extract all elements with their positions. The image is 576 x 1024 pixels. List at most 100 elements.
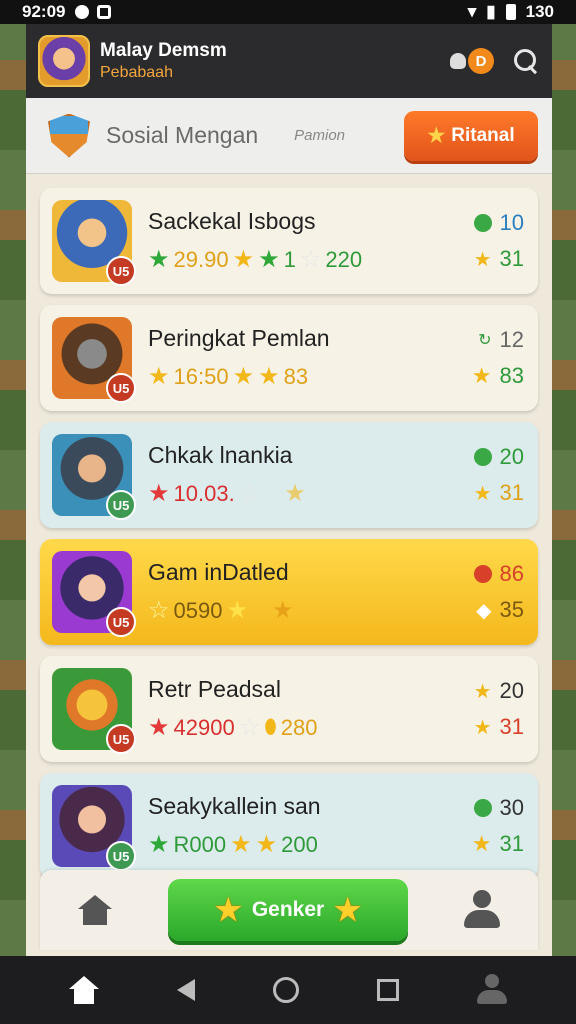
recents-icon[interactable] — [377, 979, 399, 1001]
home-icon[interactable] — [78, 895, 112, 925]
section-hint: Pamion — [294, 127, 346, 144]
profile-icon[interactable] — [464, 890, 500, 930]
stat-value: 280 — [280, 714, 318, 740]
coin-icon: ⬮ — [264, 716, 277, 738]
record-icon — [473, 565, 492, 583]
yellow-star-icon: ★ — [232, 246, 255, 273]
ranking-button[interactable]: ★ Ritanal — [404, 110, 538, 161]
card-title: Peringkat Pemlan — [148, 325, 330, 351]
yellow-star-icon: ☆ — [148, 597, 170, 624]
account-icon[interactable] — [477, 974, 507, 1006]
battery-level: 130 — [525, 2, 554, 21]
list-item[interactable]: U5 Chkak lnankia ★ 10.03. ☆ ★ 20 ★ 31 — [40, 422, 538, 528]
app-title-block: Malay Demsm Pebabaah — [100, 40, 227, 82]
card-title: Gam inDatled — [148, 559, 289, 585]
list-item[interactable]: U5 Gam inDatled ☆ 0590 ★ ★ 86 ◆ 35 — [40, 539, 538, 645]
score-top: 12 — [499, 327, 524, 352]
notification-button[interactable]: D — [450, 48, 494, 74]
outline-star-icon: ☆ — [299, 246, 322, 273]
start-button-label: Genker — [251, 898, 325, 921]
refresh-icon: ↻ — [478, 332, 492, 349]
check-icon — [473, 799, 492, 817]
yellow-star-icon: ★ — [232, 363, 255, 390]
game-list: U5 Sackekal Isbogs ★ 29.90 ★ ★ 1 ☆ 220 1… — [26, 174, 552, 879]
card-title: Chkak lnankia — [148, 442, 293, 468]
app-screen: Malay Demsm Pebabaah D Sosial Mengan Pam… — [26, 24, 552, 956]
background-left — [0, 0, 26, 1024]
star-icon: ★ — [334, 893, 362, 927]
card-score: 20 ★ 31 — [460, 444, 524, 506]
yellow-star-icon: ★ — [258, 363, 280, 390]
star-icon: ★ — [473, 248, 492, 271]
app-subtitle: Pebabaah — [100, 64, 173, 81]
level-badge: U5 — [106, 841, 136, 871]
diamond-icon: ◆ — [476, 599, 492, 622]
score-bottom: 31 — [499, 246, 524, 271]
list-item[interactable]: U5 Peringkat Pemlan ★ 16:50 ★ ★ 83 ↻ 12 ★… — [40, 305, 538, 411]
start-button[interactable]: ★ Genker ★ — [168, 879, 408, 941]
battery-icon — [505, 4, 516, 20]
yellow-star-icon: ★ — [271, 597, 294, 624]
home-circle-icon[interactable] — [273, 977, 299, 1003]
list-item[interactable]: U5 Sackekal Isbogs ★ 29.90 ★ ★ 1 ☆ 220 1… — [40, 188, 538, 294]
score-top: 20 — [499, 678, 524, 703]
app-avatar[interactable] — [38, 35, 90, 87]
stat-value: 29.90 — [173, 246, 229, 272]
card-stats: ★ 42900 ☆ ⬮ 280 — [148, 713, 460, 742]
star-icon: ★ — [471, 831, 492, 856]
app-title: Malay Demsm — [100, 40, 227, 61]
game-thumbnail: U5 — [52, 668, 136, 754]
star-icon: ★ — [473, 482, 492, 505]
home-icon[interactable] — [69, 976, 99, 1004]
card-title: Retr Peadsal — [148, 676, 281, 702]
star-icon: ★ — [473, 716, 492, 739]
card-title: Sackekal Isbogs — [148, 208, 316, 234]
green-star-icon: ★ — [148, 831, 170, 858]
status-time: 92:09 — [22, 2, 66, 21]
stat-value: 200 — [281, 831, 318, 857]
level-badge: U5 — [106, 490, 136, 520]
score-top: 86 — [499, 561, 524, 586]
back-icon[interactable] — [177, 979, 195, 1001]
yellow-star-icon: ★ — [230, 831, 252, 858]
game-thumbnail: U5 — [52, 434, 136, 520]
list-item[interactable]: U5 Seakykallein san ★ R000 ★ ★ 200 30 ★ 3… — [40, 773, 538, 879]
score-top: 10 — [499, 210, 524, 235]
stat-value: 16:50 — [173, 363, 229, 389]
status-bar: 92:09 ▾ ▮ 130 — [0, 0, 576, 24]
card-score: 10 ★ 31 — [460, 210, 524, 272]
score-bottom: 83 — [499, 363, 524, 388]
list-item[interactable]: U5 Retr Peadsal ★ 42900 ☆ ⬮ 280 ★ 20 ★ 31 — [40, 656, 538, 762]
green-star-icon: ★ — [258, 246, 280, 273]
camera-icon — [97, 5, 112, 19]
yellow-star-icon: ★ — [226, 597, 248, 624]
card-stats: ★ 10.03. ☆ ★ — [148, 479, 460, 508]
star-icon: ★ — [471, 363, 492, 388]
card-stats: ★ 29.90 ★ ★ 1 ☆ 220 — [148, 245, 460, 274]
wifi-icon: ▾ — [467, 2, 477, 21]
user-icon — [450, 53, 466, 69]
red-star-icon: ★ — [148, 480, 170, 507]
game-thumbnail: U5 — [52, 785, 136, 871]
level-badge: U5 — [106, 724, 136, 754]
card-score: ★ 20 ★ 31 — [460, 678, 524, 740]
star-icon: ★ — [427, 125, 446, 147]
game-thumbnail: U5 — [52, 551, 136, 637]
stat-value: 83 — [283, 363, 309, 389]
system-nav-bar — [0, 956, 576, 1024]
game-thumbnail: U5 — [52, 200, 136, 286]
background-right — [550, 0, 576, 1024]
yellow-star-icon: ★ — [255, 831, 278, 858]
card-stats: ★ 16:50 ★ ★ 83 — [148, 362, 460, 391]
check-icon — [473, 448, 492, 466]
level-badge: U5 — [106, 373, 136, 403]
card-stats: ★ R000 ★ ★ 200 — [148, 830, 460, 859]
score-bottom: 31 — [499, 714, 524, 739]
notification-badge: D — [468, 48, 494, 74]
stat-value: 0590 — [173, 597, 223, 623]
section-header: Sosial Mengan Pamion ★ Ritanal — [26, 98, 552, 174]
shield-icon — [48, 113, 90, 158]
game-thumbnail: U5 — [52, 317, 136, 403]
search-icon[interactable] — [512, 47, 540, 75]
stat-value: R000 — [173, 831, 227, 857]
